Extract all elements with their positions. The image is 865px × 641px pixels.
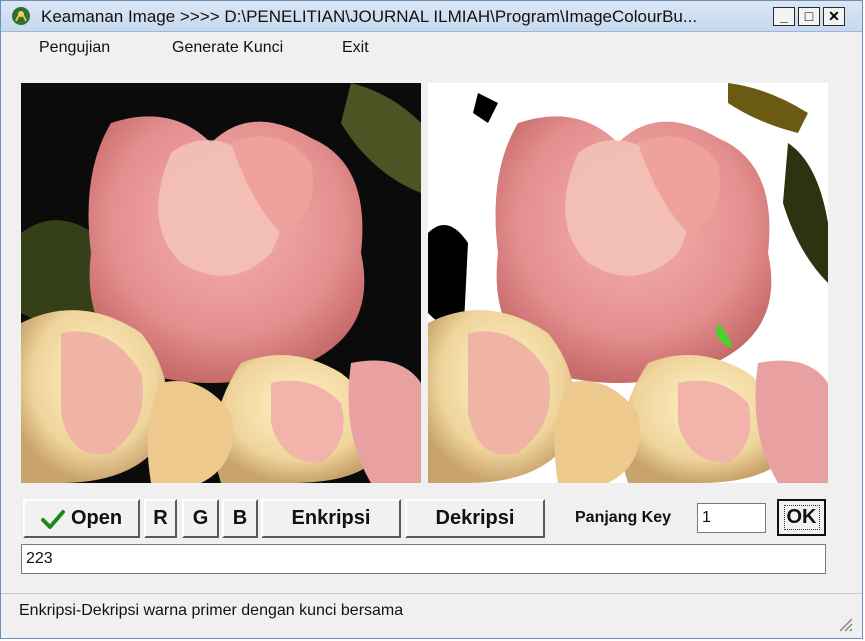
open-button-label: Open: [70, 507, 123, 529]
status-bar: Enkripsi-Dekripsi warna primer dengan ku…: [1, 593, 862, 641]
key-length-input[interactable]: 1: [697, 503, 766, 533]
title-bar[interactable]: Keamanan Image >>>> D:\PENELITIAN\JOURNA…: [1, 1, 862, 32]
b-channel-button[interactable]: B: [222, 499, 258, 538]
ok-button-label: OK: [783, 505, 820, 530]
processed-image: [428, 83, 828, 483]
ok-button[interactable]: OK: [777, 499, 826, 536]
open-button[interactable]: Open: [23, 499, 140, 538]
flower-app-icon: [12, 7, 30, 25]
g-channel-button[interactable]: G: [182, 499, 219, 538]
enkripsi-button[interactable]: Enkripsi: [261, 499, 401, 538]
r-channel-button[interactable]: R: [144, 499, 177, 538]
resize-grip-icon[interactable]: [836, 615, 854, 633]
r-button-label: R: [153, 507, 168, 529]
status-text: Enkripsi-Dekripsi warna primer dengan ku…: [19, 602, 404, 619]
app-window: Keamanan Image >>>> D:\PENELITIAN\JOURNA…: [0, 0, 863, 639]
minimize-button[interactable]: _: [773, 7, 795, 26]
window-title: Keamanan Image >>>> D:\PENELITIAN\JOURNA…: [41, 7, 698, 26]
dekripsi-button-label: Dekripsi: [435, 507, 515, 529]
output-textbox[interactable]: 223: [21, 544, 826, 574]
menu-bar: Pengujian Generate Kunci Exit: [1, 32, 862, 60]
g-button-label: G: [192, 507, 209, 529]
key-length-label: Panjang Key: [575, 509, 672, 526]
original-image: [21, 83, 421, 483]
enkripsi-button-label: Enkripsi: [291, 507, 371, 529]
close-button[interactable]: ✕: [823, 7, 845, 26]
checkmark-icon: [40, 509, 65, 529]
menu-exit[interactable]: Exit: [342, 39, 369, 57]
menu-generate-kunci[interactable]: Generate Kunci: [172, 39, 283, 57]
dekripsi-button[interactable]: Dekripsi: [405, 499, 545, 538]
menu-pengujian[interactable]: Pengujian: [39, 39, 110, 57]
maximize-button[interactable]: □: [798, 7, 820, 26]
b-button-label: B: [232, 507, 248, 529]
